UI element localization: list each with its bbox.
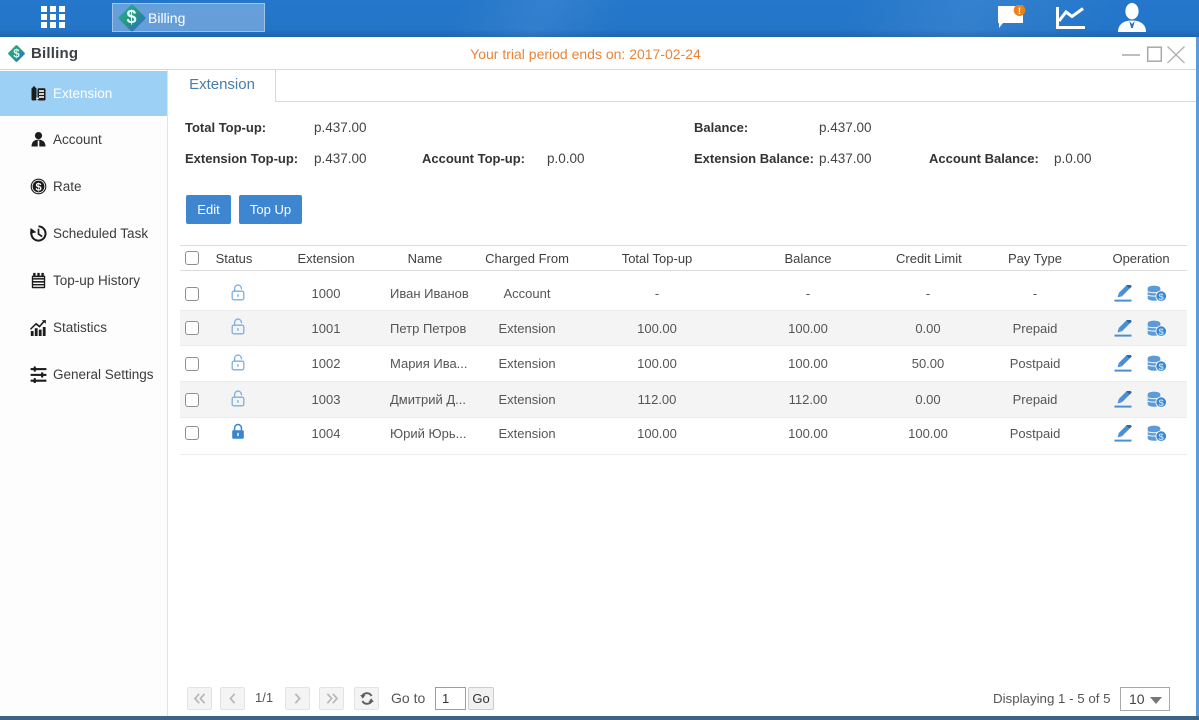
svg-text:$: $ (35, 181, 41, 193)
svg-text:!: ! (1018, 6, 1021, 17)
svg-text:$: $ (1158, 326, 1164, 336)
svg-text:$: $ (1158, 292, 1164, 302)
svg-text:$: $ (1158, 431, 1164, 441)
svg-text:$: $ (1158, 398, 1164, 408)
svg-text:$: $ (1158, 362, 1164, 372)
